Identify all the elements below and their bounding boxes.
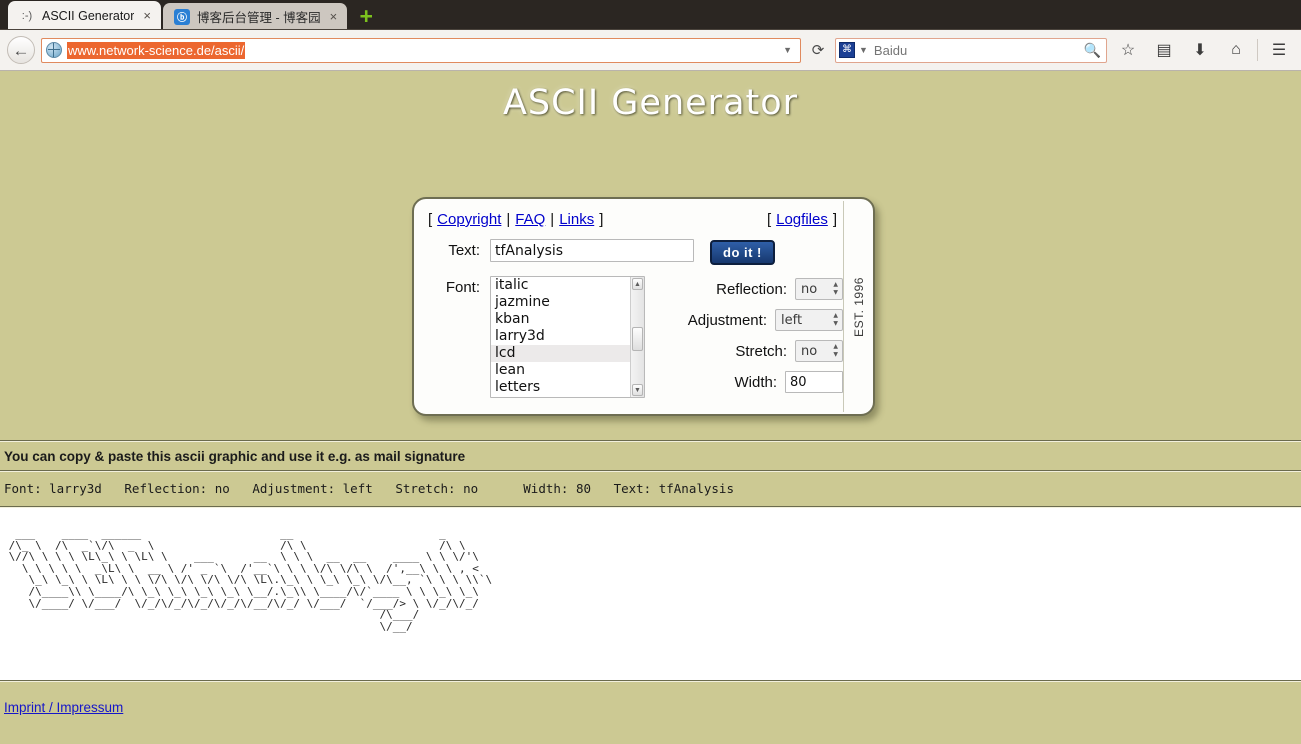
adjustment-label: Adjustment: — [687, 311, 767, 329]
result-section: You can copy & paste this ascii graphic … — [0, 440, 1301, 717]
page-content: ASCII Generator [ Copyright | FAQ | Link… — [0, 71, 1301, 744]
close-icon[interactable]: × — [328, 10, 340, 23]
bracket-open: [ — [428, 211, 433, 228]
font-and-options-row: Font: italic jazmine kban larry3d lcd le… — [428, 276, 843, 398]
chevron-down-icon[interactable]: ▼ — [859, 45, 868, 55]
scrollbar-thumb[interactable] — [632, 327, 643, 351]
globe-icon — [46, 42, 62, 58]
reflection-select[interactable]: no ▲ ▼ — [795, 278, 843, 300]
width-row: Width: — [657, 371, 843, 393]
close-icon[interactable]: × — [141, 9, 153, 22]
spinner-arrows-icon[interactable]: ▲ ▼ — [833, 311, 838, 329]
scroll-down-arrow-icon[interactable]: ▼ — [632, 384, 643, 396]
blog-favicon-icon: ⓑ — [174, 8, 190, 25]
reflection-label: Reflection: — [716, 280, 787, 298]
downloads-icon[interactable]: ⬇ — [1185, 36, 1215, 64]
browser-chrome: :-) ASCII Generator × ⓑ 博客后台管理 - 博客园 × +… — [0, 0, 1301, 71]
font-option-jazmine[interactable]: jazmine — [491, 294, 644, 311]
width-input[interactable] — [785, 371, 843, 393]
spinner-down-icon[interactable]: ▼ — [833, 352, 838, 358]
option-controls: Reflection: no ▲ ▼ Adjustment: left ▲ ▼ … — [657, 276, 843, 393]
tab-blog-admin[interactable]: ⓑ 博客后台管理 - 博客园 × — [163, 3, 348, 30]
link-faq[interactable]: FAQ — [515, 211, 545, 228]
spinner-up-icon[interactable]: ▲ — [833, 282, 838, 288]
bookmark-star-icon[interactable]: ☆ — [1113, 36, 1143, 64]
text-input[interactable] — [490, 239, 694, 262]
link-links[interactable]: Links — [559, 211, 594, 228]
spinner-down-icon[interactable]: ▼ — [833, 321, 838, 327]
bracket-open: [ — [766, 211, 772, 228]
reflection-row: Reflection: no ▲ ▼ — [657, 278, 843, 300]
ascii-art: ___ ____ ______ __ _ /\_ \ /\ _`\/\ _ \ … — [8, 527, 493, 633]
imprint-link[interactable]: Imprint / Impressum — [2, 682, 123, 715]
est-badge: EST. 1996 — [843, 201, 873, 412]
font-option-kban[interactable]: kban — [491, 311, 644, 328]
generator-panel: [ Copyright | FAQ | Links ] [ Logfiles ] — [412, 197, 875, 416]
link-logfiles[interactable]: Logfiles — [776, 211, 828, 228]
reading-list-icon[interactable]: ▤ — [1149, 36, 1179, 64]
spinner-arrows-icon[interactable]: ▲ ▼ — [833, 280, 838, 298]
page-title: ASCII Generator — [502, 83, 799, 123]
width-label: Width: — [734, 373, 777, 391]
smiley-favicon-icon: :-) — [21, 9, 33, 22]
spinner-down-icon[interactable]: ▼ — [833, 290, 838, 296]
adjustment-row: Adjustment: left ▲ ▼ — [657, 309, 843, 331]
copy-paste-notice: You can copy & paste this ascii graphic … — [4, 449, 466, 464]
stretch-value: no — [801, 343, 818, 359]
new-tab-button[interactable]: + — [353, 3, 379, 29]
font-list-scrollbar[interactable]: ▲ ▼ — [630, 277, 644, 397]
est-text: EST. 1996 — [851, 276, 866, 337]
pipe-separator: | — [506, 211, 511, 228]
stretch-select[interactable]: no ▲ ▼ — [795, 340, 843, 362]
search-bar[interactable]: ⌘ ▼ 🔍 — [835, 37, 1107, 63]
tab-ascii-generator[interactable]: :-) ASCII Generator × — [8, 1, 161, 30]
spinner-arrows-icon[interactable]: ▲ ▼ — [833, 342, 838, 360]
pipe-separator: | — [550, 211, 555, 228]
bracket-close: ] — [599, 211, 604, 228]
back-arrow-icon[interactable]: ← — [7, 36, 35, 64]
font-option-lean[interactable]: lean — [491, 362, 644, 379]
url-text[interactable]: www.network-science.de/ascii/ — [67, 41, 246, 59]
home-icon[interactable]: ⌂ — [1221, 36, 1251, 64]
adjustment-select[interactable]: left ▲ ▼ — [775, 309, 843, 331]
font-option-lcd[interactable]: lcd — [491, 345, 644, 362]
panel-link-row: [ Copyright | FAQ | Links ] [ Logfiles ] — [428, 211, 843, 228]
do-it-button[interactable]: do it ! — [710, 240, 775, 265]
stretch-row: Stretch: no ▲ ▼ — [657, 340, 843, 362]
url-bar[interactable]: www.network-science.de/ascii/ ▼ — [41, 37, 801, 63]
ascii-output-area[interactable]: ___ ____ ______ __ _ /\_ \ /\ _`\/\ _ \ … — [0, 508, 1301, 680]
parameters-summary: Font: larry3d Reflection: no Adjustment:… — [4, 481, 734, 496]
reflection-value: no — [801, 281, 818, 297]
adjustment-value: left — [781, 312, 803, 328]
tab-strip: :-) ASCII Generator × ⓑ 博客后台管理 - 博客园 × + — [0, 0, 1301, 30]
font-label: Font: — [445, 279, 480, 296]
search-input[interactable] — [871, 41, 1080, 59]
text-field-row: Text: do it ! — [428, 239, 843, 265]
menu-hamburger-icon[interactable]: ☰ — [1264, 36, 1294, 64]
reload-icon[interactable]: ⟳ — [807, 38, 829, 62]
spinner-up-icon[interactable]: ▲ — [833, 344, 838, 350]
scroll-up-arrow-icon[interactable]: ▲ — [632, 278, 643, 290]
tab-title: ASCII Generator — [42, 8, 135, 23]
font-option-list: italic jazmine kban larry3d lcd lean let… — [491, 277, 644, 396]
font-listbox[interactable]: italic jazmine kban larry3d lcd lean let… — [490, 276, 645, 398]
font-option-larry3d[interactable]: larry3d — [491, 328, 644, 345]
link-copyright[interactable]: Copyright — [437, 211, 501, 228]
search-icon[interactable]: 🔍 — [1084, 42, 1103, 59]
text-label: Text: — [448, 242, 480, 259]
bracket-close: ] — [832, 211, 837, 228]
navigation-toolbar: ← www.network-science.de/ascii/ ▼ ⟳ ⌘ ▼ … — [0, 30, 1301, 71]
baidu-engine-icon[interactable]: ⌘ — [839, 42, 855, 58]
tab-title: 博客后台管理 - 博客园 — [197, 11, 321, 25]
toolbar-divider — [1257, 39, 1258, 61]
font-option-letters[interactable]: letters — [491, 379, 644, 396]
font-option-italic[interactable]: italic — [491, 277, 644, 294]
chevron-down-icon[interactable]: ▼ — [779, 45, 796, 55]
stretch-label: Stretch: — [735, 342, 787, 360]
spinner-up-icon[interactable]: ▲ — [833, 313, 838, 319]
